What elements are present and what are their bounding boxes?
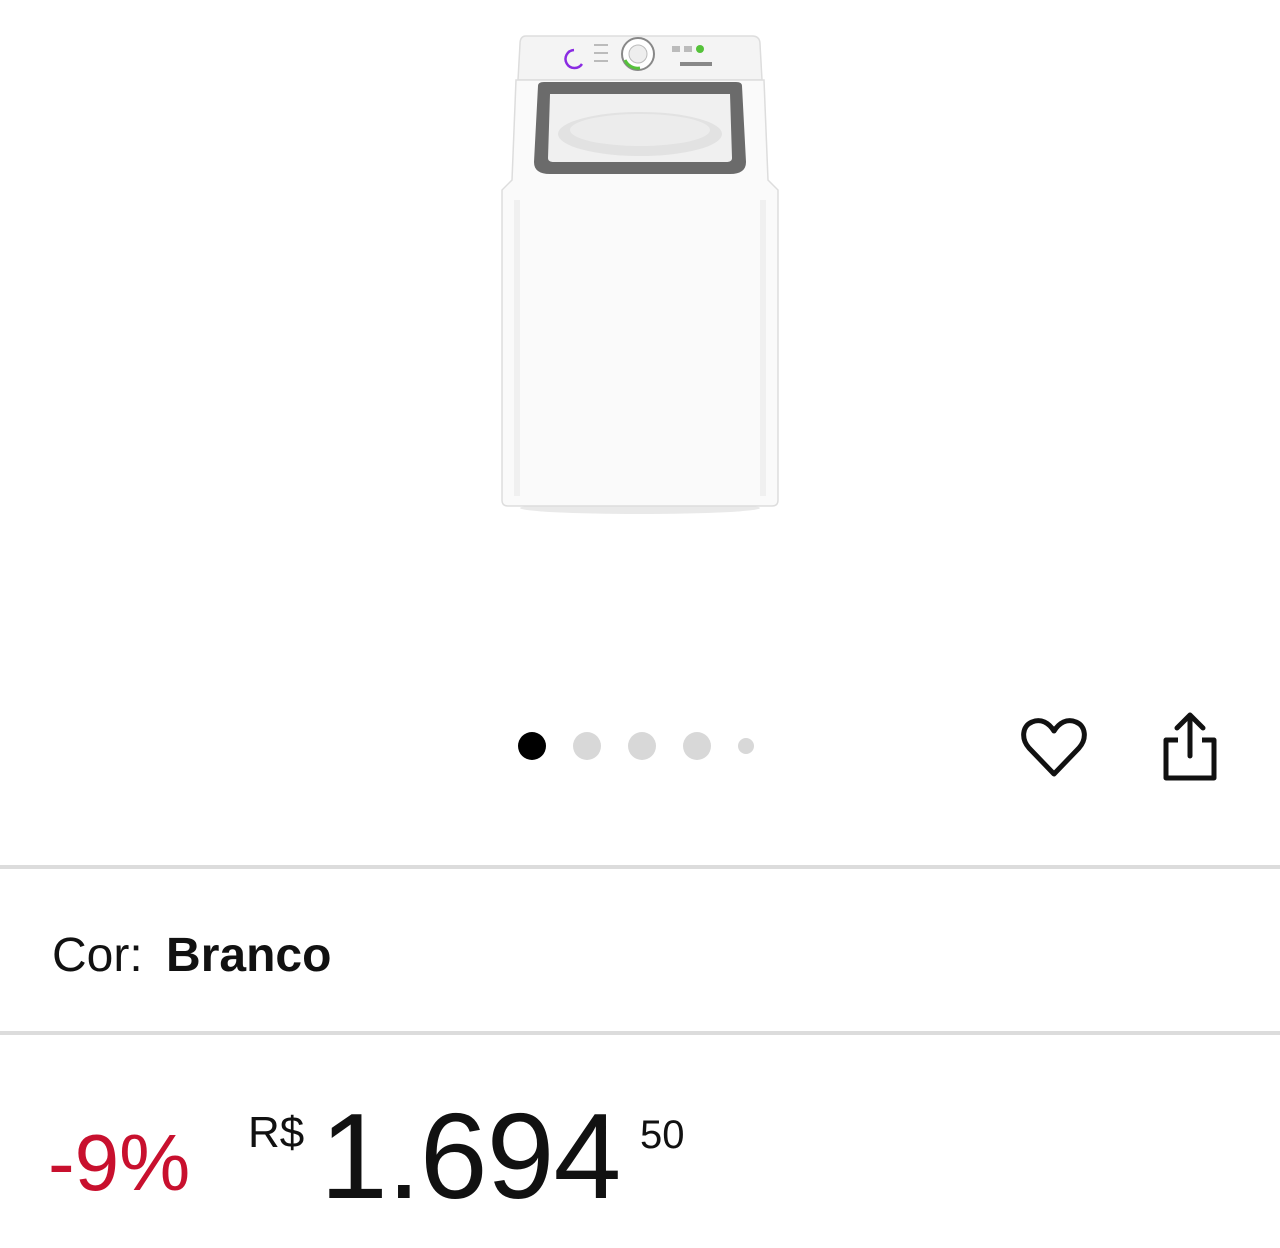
price-cents: 50: [640, 1113, 685, 1157]
price-integer: 1.694: [320, 1088, 621, 1224]
color-value: Branco: [166, 929, 332, 982]
pagination-dot-2[interactable]: [573, 732, 601, 760]
divider-top: [0, 865, 1280, 869]
divider-bottom: [0, 1031, 1280, 1035]
color-label: Cor:: [52, 929, 143, 982]
product-gallery[interactable]: [0, 0, 1280, 700]
price-block: -9% R$ 1.694 50: [48, 1088, 948, 1226]
product-image[interactable]: [490, 30, 790, 520]
favorite-button[interactable]: [1014, 706, 1094, 790]
price-currency: R$: [248, 1108, 305, 1157]
heart-icon: [1021, 718, 1087, 777]
pagination-dot-3[interactable]: [628, 732, 656, 760]
share-icon: [1163, 712, 1217, 781]
pagination-dot-5[interactable]: [738, 738, 754, 754]
gallery-pagination: [518, 732, 754, 760]
pagination-dot-4[interactable]: [683, 732, 711, 760]
discount-badge: -9%: [48, 1118, 191, 1207]
pagination-dot-1[interactable]: [518, 732, 546, 760]
share-button[interactable]: [1150, 706, 1230, 790]
color-selector[interactable]: Cor: Branco: [52, 926, 331, 986]
